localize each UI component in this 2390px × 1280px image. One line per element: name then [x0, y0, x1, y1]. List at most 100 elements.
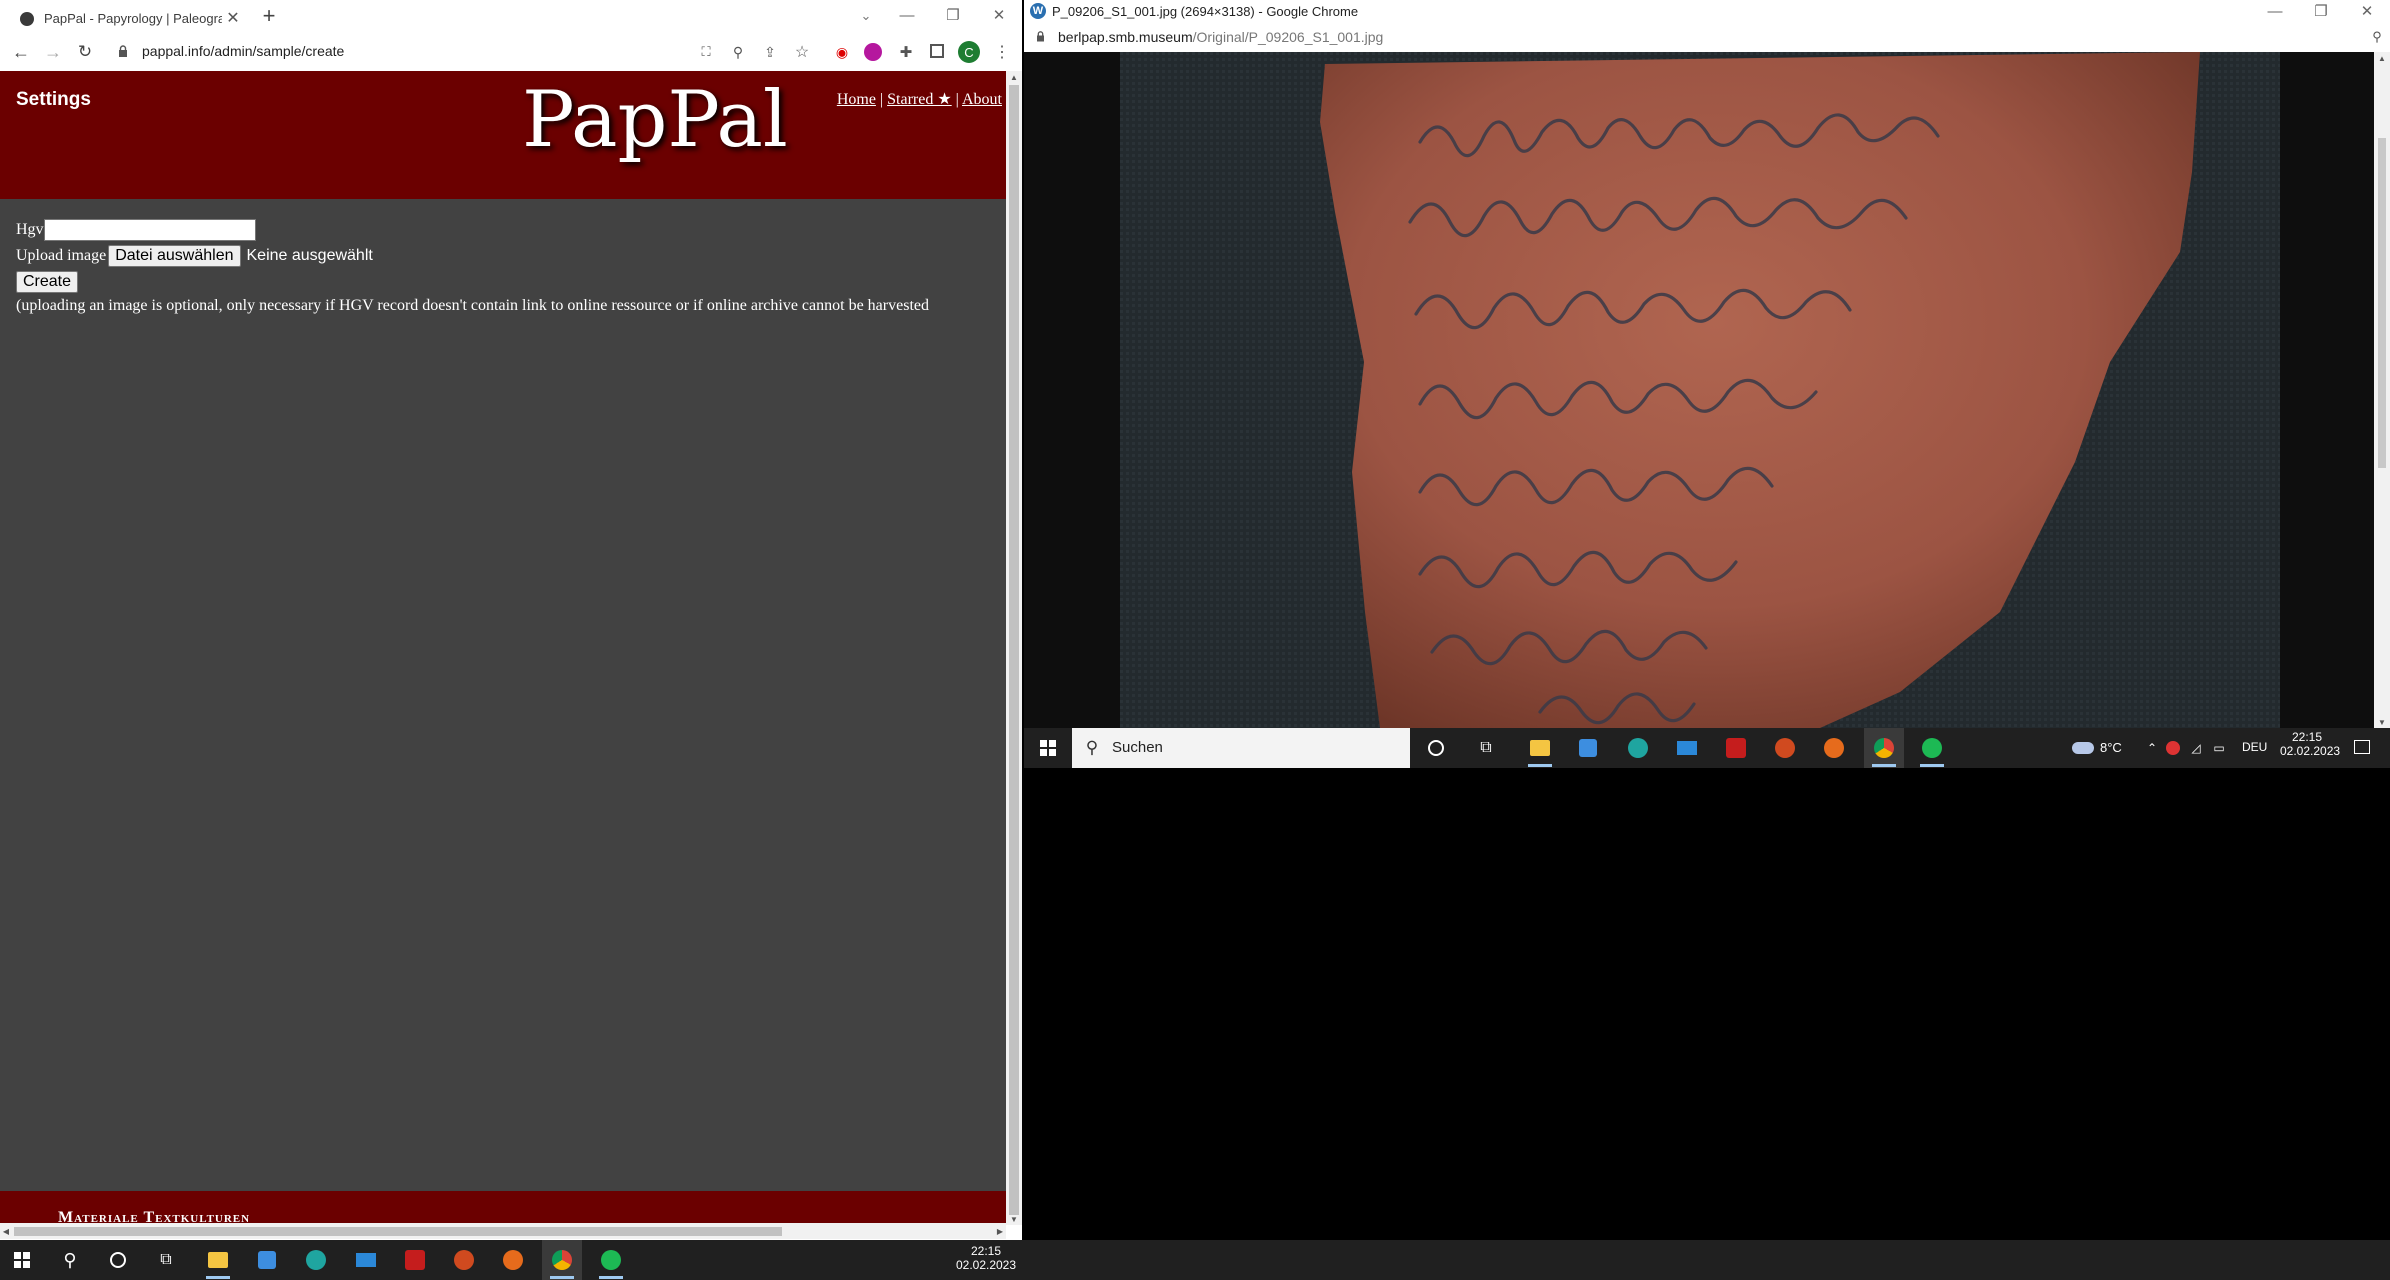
- scroll-down-icon[interactable]: ▼: [1006, 1213, 1022, 1225]
- url-text[interactable]: berlpap.smb.museum/Original/P_09206_S1_0…: [1058, 29, 1383, 45]
- scroll-left-icon[interactable]: ◀: [0, 1223, 12, 1239]
- forward-icon[interactable]: →: [42, 41, 64, 63]
- restore-icon[interactable]: ❐: [2298, 0, 2344, 22]
- settings-link[interactable]: Settings: [16, 89, 91, 111]
- minimize-icon[interactable]: —: [2252, 0, 2298, 22]
- clock[interactable]: 22:15 02.02.2023: [950, 1244, 1022, 1272]
- site-header: Settings PapPal Home | Starred ★ | About: [0, 71, 1006, 199]
- scroll-down-icon[interactable]: ▼: [2374, 716, 2390, 728]
- cortana-icon[interactable]: [110, 1252, 126, 1268]
- windows-start-icon[interactable]: [14, 1252, 30, 1268]
- window-controls: — ❐ ✕: [2252, 0, 2390, 22]
- menu-kebab-icon[interactable]: ⋮: [994, 41, 1010, 63]
- vertical-scroll-thumb[interactable]: [1009, 85, 1019, 1215]
- network-icon[interactable]: ◿: [2188, 738, 2204, 758]
- wordpress-icon: W: [1030, 3, 1046, 19]
- edge-icon[interactable]: [296, 1240, 336, 1280]
- acrobat-icon[interactable]: [1716, 728, 1756, 768]
- zoom-icon[interactable]: ⚲: [2368, 28, 2386, 46]
- powerpoint-icon[interactable]: [1765, 728, 1805, 768]
- firefox-icon[interactable]: [493, 1240, 533, 1280]
- share-icon[interactable]: ⇪: [760, 42, 780, 62]
- nav-home[interactable]: Home: [837, 91, 876, 108]
- extension-purple-icon[interactable]: [864, 43, 882, 61]
- lock-icon[interactable]: [118, 45, 128, 57]
- spotify-icon[interactable]: [1912, 728, 1952, 768]
- lock-icon[interactable]: [1036, 31, 1045, 42]
- close-tab-icon[interactable]: ✕: [224, 9, 242, 27]
- extension-red-icon[interactable]: ◉: [832, 42, 852, 62]
- profile-avatar-icon[interactable]: C: [958, 41, 980, 63]
- left-browser-window: PapPal - Papyrology | Paleograph ✕ + ⌄ —…: [0, 0, 1022, 1240]
- store-icon[interactable]: [247, 1240, 287, 1280]
- restore-icon[interactable]: ❐: [930, 0, 976, 30]
- scroll-up-icon[interactable]: ▲: [1006, 71, 1022, 83]
- weather-temp[interactable]: 8°C: [2100, 740, 2122, 755]
- search-icon[interactable]: ⚲: [58, 1248, 82, 1272]
- firefox-icon[interactable]: [1814, 728, 1854, 768]
- side-panel-icon[interactable]: [930, 44, 944, 58]
- tab-title: PapPal - Papyrology | Paleograph: [44, 11, 222, 26]
- new-tab-icon[interactable]: +: [258, 5, 280, 27]
- tray-app-icon[interactable]: [2166, 741, 2180, 755]
- translate-icon[interactable]: ⛶: [696, 42, 716, 62]
- close-window-icon[interactable]: ✕: [976, 0, 1022, 30]
- windows-start-icon[interactable]: [1040, 740, 1056, 756]
- extensions-puzzle-icon[interactable]: ✚: [896, 42, 916, 62]
- scroll-right-icon[interactable]: ▶: [994, 1223, 1006, 1239]
- acrobat-icon[interactable]: [395, 1240, 435, 1280]
- upload-image-label: Upload image: [16, 247, 107, 264]
- mail-icon[interactable]: [346, 1240, 386, 1280]
- reload-icon[interactable]: ↻: [74, 41, 96, 63]
- clock-time: 22:15: [970, 1244, 1002, 1258]
- edge-icon[interactable]: [1618, 728, 1658, 768]
- search-placeholder: Suchen: [1112, 739, 1163, 756]
- spotify-icon[interactable]: [591, 1240, 631, 1280]
- horizontal-scrollbar[interactable]: ◀ ▶: [0, 1223, 1006, 1239]
- powerpoint-icon[interactable]: [444, 1240, 484, 1280]
- browser-tab[interactable]: PapPal - Papyrology | Paleograph ✕: [8, 4, 246, 33]
- mail-icon[interactable]: [1667, 728, 1707, 768]
- url-text[interactable]: pappal.info/admin/sample/create: [142, 43, 344, 59]
- task-view-icon[interactable]: ⧉: [1474, 736, 1498, 760]
- address-bar-row: berlpap.smb.museum/Original/P_09206_S1_0…: [1024, 22, 2390, 52]
- clock-time: 22:15: [2291, 730, 2323, 744]
- scroll-up-icon[interactable]: ▲: [2374, 52, 2390, 64]
- close-window-icon[interactable]: ✕: [2344, 0, 2390, 22]
- nav-starred[interactable]: Starred ★: [887, 91, 952, 108]
- cortana-icon[interactable]: [1428, 740, 1444, 756]
- back-icon[interactable]: ←: [10, 41, 32, 63]
- bookmark-star-icon[interactable]: ☆: [792, 42, 812, 62]
- minimize-icon[interactable]: —: [884, 0, 930, 30]
- store-icon[interactable]: [1568, 728, 1608, 768]
- taskbar-search-box[interactable]: ⚲ Suchen: [1072, 728, 1410, 768]
- secondary-taskbar: ⚲ Suchen ⧉ 8°C ⌃ ◿ ▭ DEU 22:15 02.02.202…: [1024, 728, 2390, 768]
- file-explorer-icon[interactable]: [1520, 728, 1560, 768]
- chrome-icon[interactable]: [1864, 728, 1904, 768]
- file-explorer-icon[interactable]: [198, 1240, 238, 1280]
- window-title-bar: W P_09206_S1_001.jpg (2694×3138) - Googl…: [1024, 0, 2390, 22]
- create-button[interactable]: Create: [16, 271, 79, 293]
- vertical-scrollbar[interactable]: ▲ ▼: [1006, 71, 1022, 1225]
- tab-search-icon[interactable]: ⌄: [856, 6, 876, 26]
- task-view-icon[interactable]: ⧉: [154, 1248, 178, 1272]
- horizontal-scroll-thumb[interactable]: [14, 1227, 782, 1236]
- choose-file-button[interactable]: Datei auswählen: [108, 245, 241, 267]
- vertical-scroll-thumb[interactable]: [2378, 138, 2386, 468]
- nav-about[interactable]: About: [962, 91, 1002, 108]
- top-nav: Home | Starred ★ | About: [837, 89, 1002, 109]
- notification-icon[interactable]: [2354, 740, 2370, 754]
- chrome-icon[interactable]: [542, 1240, 582, 1280]
- site-logo: PapPal: [522, 75, 788, 165]
- site-favicon-icon: [20, 12, 34, 26]
- ostracon-image: [1120, 52, 2280, 728]
- url-domain: berlpap.smb.museum: [1058, 29, 1193, 45]
- vertical-scrollbar[interactable]: ▲ ▼: [2374, 52, 2390, 728]
- language-indicator[interactable]: DEU: [2242, 740, 2267, 754]
- clock[interactable]: 22:15 02.02.2023: [2280, 730, 2340, 758]
- zoom-icon[interactable]: ⚲: [728, 42, 748, 62]
- weather-cloud-icon[interactable]: [2072, 742, 2094, 754]
- hgv-input[interactable]: [43, 219, 256, 241]
- tray-chevron-icon[interactable]: ⌃: [2144, 738, 2160, 758]
- battery-icon[interactable]: ▭: [2210, 738, 2228, 758]
